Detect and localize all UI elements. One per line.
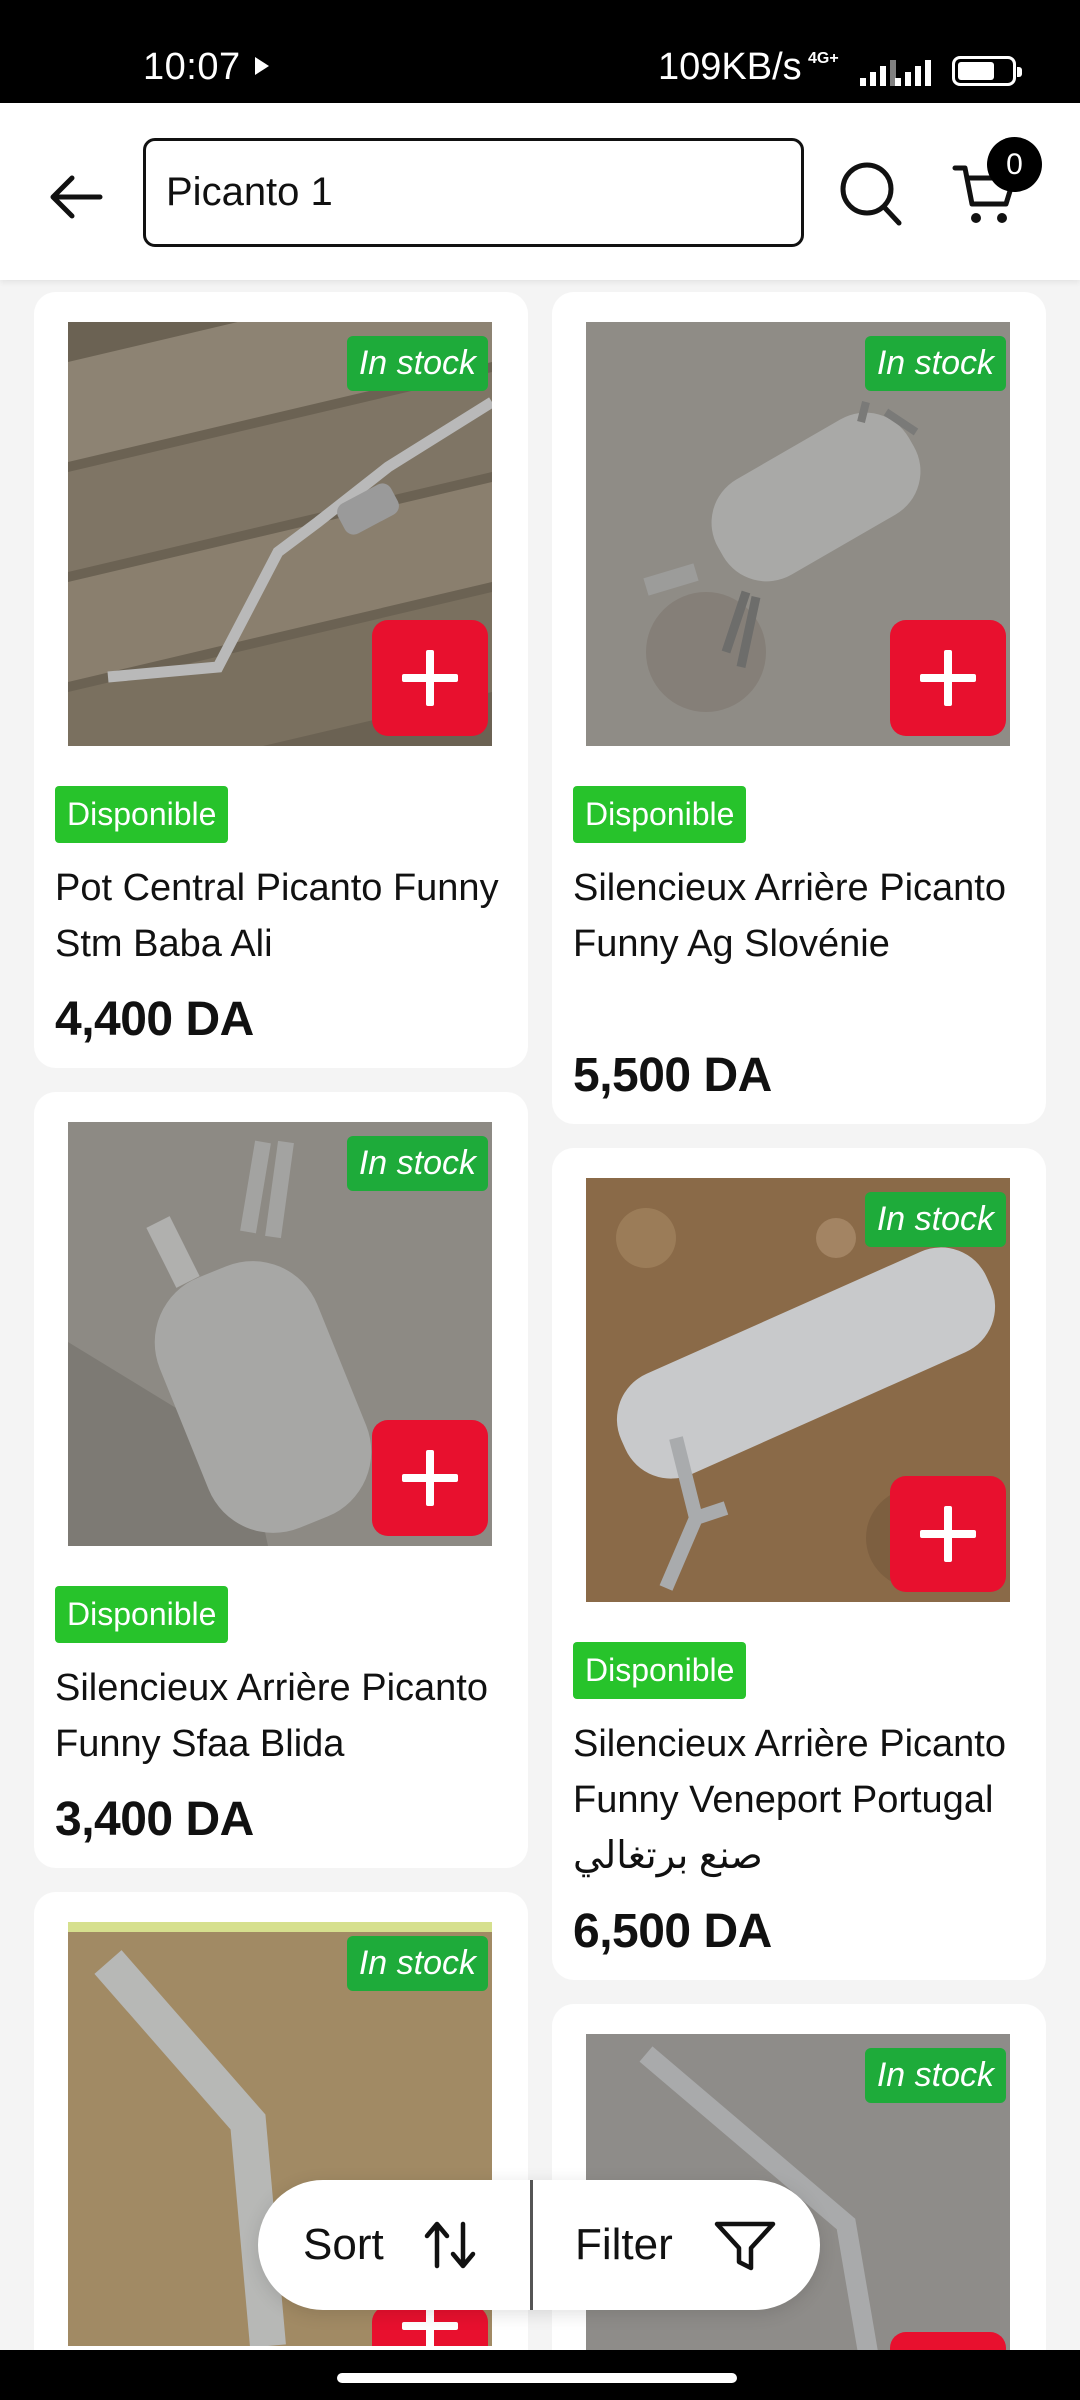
in-stock-badge: In stock [346, 1136, 488, 1191]
product-card[interactable]: In stock Disponible Silencieux Arrière P… [552, 1148, 1046, 1980]
search-button[interactable] [838, 158, 904, 230]
availability-badge: Disponible [573, 786, 747, 843]
search-input[interactable]: Picanto 1 [143, 138, 804, 247]
search-input-value: Picanto 1 [166, 170, 333, 214]
battery-level [958, 62, 995, 80]
status-bar: 10:07 109KB/s 4G+ [0, 0, 1080, 103]
add-to-cart-button[interactable] [890, 1476, 1006, 1592]
in-stock-badge: In stock [864, 1192, 1006, 1247]
product-price: 3,400 DA [55, 1793, 254, 1846]
availability-badge: Disponible [55, 786, 229, 843]
search-icon [840, 162, 902, 226]
product-card[interactable]: In stock Disponible Silencieux Arrière P… [34, 1092, 528, 1868]
signal-icon [895, 56, 931, 86]
in-stock-badge: In stock [864, 2048, 1006, 2103]
add-to-cart-button[interactable] [890, 2332, 1006, 2350]
in-stock-badge: In stock [346, 336, 488, 391]
product-card[interactable]: In stock Disponible Pot Central Picanto … [34, 292, 528, 1068]
product-price: 6,500 DA [573, 1905, 772, 1958]
filter-icon [714, 2221, 776, 2271]
signal-icon [860, 56, 896, 86]
add-to-cart-button[interactable] [372, 2298, 488, 2346]
product-image[interactable]: In stock [68, 1122, 492, 1546]
product-card[interactable]: In stock Disponible Silencieux Arrière P… [552, 292, 1046, 1124]
media-playing-icon [255, 57, 269, 75]
product-title[interactable]: Silencieux Arrière Picanto Funny Ag Slov… [573, 860, 1033, 972]
network-speed: 109KB/s [658, 46, 802, 88]
back-arrow-icon [50, 175, 103, 219]
home-indicator[interactable] [337, 2373, 737, 2383]
filter-label: Filter [575, 2220, 673, 2269]
product-price: 4,400 DA [55, 993, 254, 1046]
product-price: 5,500 DA [573, 1049, 772, 1102]
in-stock-badge: In stock [346, 1936, 488, 1991]
sort-filter-bar: Sort Filter [258, 2180, 820, 2310]
product-title[interactable]: Silencieux Arrière Picanto Funny Venepor… [573, 1716, 1033, 1884]
sort-button[interactable]: Sort [258, 2180, 530, 2310]
sort-icon [424, 2221, 476, 2269]
status-time: 10:07 [143, 46, 241, 88]
product-grid: In stock Disponible Pot Central Picanto … [0, 280, 1080, 2350]
product-image[interactable]: In stock [68, 322, 492, 746]
network-type: 4G+ [808, 50, 839, 67]
back-button[interactable] [40, 161, 112, 233]
cart-count-badge: 0 [987, 137, 1042, 192]
add-to-cart-button[interactable] [890, 620, 1006, 736]
product-title[interactable]: Silencieux Arrière Picanto Funny Sfaa Bl… [55, 1660, 515, 1772]
availability-badge: Disponible [55, 1586, 229, 1643]
availability-badge: Disponible [573, 1642, 747, 1699]
product-image[interactable]: In stock [586, 1178, 1010, 1602]
add-to-cart-button[interactable] [372, 1420, 488, 1536]
add-to-cart-button[interactable] [372, 620, 488, 736]
product-image[interactable]: In stock [586, 322, 1010, 746]
sort-label: Sort [303, 2220, 384, 2269]
battery-icon [952, 56, 1022, 86]
product-title[interactable]: Pot Central Picanto Funny Stm Baba Ali [55, 860, 515, 972]
in-stock-badge: In stock [864, 336, 1006, 391]
app-header: Picanto 1 0 [0, 103, 1080, 280]
filter-button[interactable]: Filter [533, 2180, 820, 2310]
